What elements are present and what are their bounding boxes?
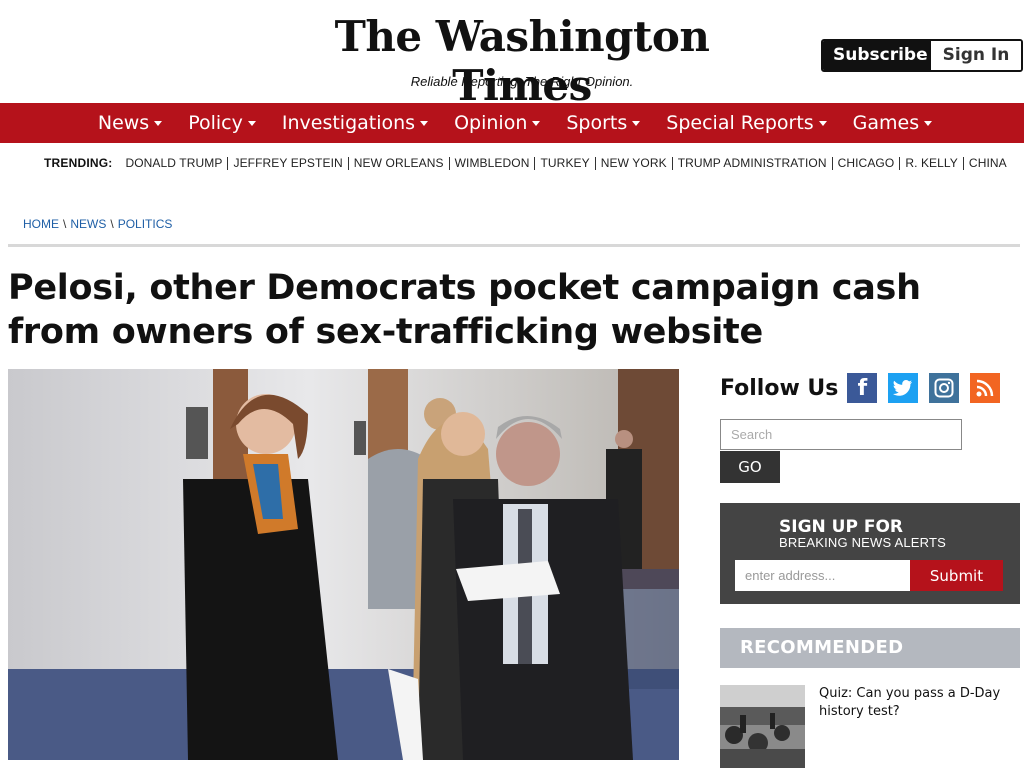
breadcrumb-separator: \ [110,217,114,231]
newsletter-signup: SIGN UP FOR BREAKING NEWS ALERTS Submit [720,503,1020,604]
caret-down-icon [532,121,541,126]
nav-item-opinion[interactable]: Opinion [441,112,553,134]
rss-icon[interactable] [970,373,1001,403]
site-tagline: Reliable Reporting. The Right Opinion. [410,74,634,89]
signup-submit-button[interactable]: Submit [910,560,1003,591]
auth-buttons: Subscribe Sign In [821,39,1023,72]
trending-item[interactable]: NEW YORK [594,156,672,170]
breadcrumb-home-link[interactable]: HOME [23,217,59,231]
trending-item[interactable]: DONALD TRUMP [125,156,227,170]
nav-item-label: Sports [566,112,628,134]
twitter-bird-glyph [893,380,913,396]
signup-subtitle: BREAKING NEWS ALERTS [779,535,947,550]
breadcrumb: HOME \ NEWS \ POLITICS [23,217,172,231]
recommended-title: Quiz: Can you pass a D-Day history test? [819,686,1001,719]
search-go-button[interactable]: GO [720,451,780,483]
sign-in-button[interactable]: Sign In [931,41,1021,70]
site-logo[interactable]: The Washington Times [280,12,764,110]
breadcrumb-news-link[interactable]: NEWS [70,217,106,231]
recommended-thumbnail-image [720,685,805,768]
facebook-icon[interactable]: f [847,373,878,403]
trending-item[interactable]: WIMBLEDON [448,156,535,170]
signup-title: SIGN UP FOR [779,517,904,537]
subscribe-button[interactable]: Subscribe [823,41,931,70]
trending-item[interactable]: TURKEY [534,156,594,170]
trending-item[interactable]: JEFFREY EPSTEIN [227,156,347,170]
rss-glyph [976,379,994,397]
trending-item[interactable]: CHICAGO [831,156,900,170]
article-photo-image [8,369,679,760]
main-nav: News Policy Investigations Opinion Sport… [0,103,1024,143]
breadcrumb-politics-link[interactable]: POLITICS [118,217,173,231]
masthead: The Washington Times Reliable Reporting.… [0,0,1024,110]
instagram-glyph [934,378,954,398]
trending-bar: TRENDING: DONALD TRUMP JEFFREY EPSTEIN N… [44,155,1012,171]
nav-item-label: Special Reports [666,112,814,134]
nav-item-label: News [97,112,150,134]
divider [8,244,1020,247]
follow-us: Follow Us f [720,373,1011,403]
trending-item[interactable]: CHINA [962,156,1012,170]
caret-down-icon [154,121,163,126]
caret-down-icon [924,121,933,126]
nav-item-sports[interactable]: Sports [553,112,653,134]
nav-item-special-reports[interactable]: Special Reports [653,112,839,134]
nav-item-label: Games [852,112,920,134]
recommended-thumbnail [720,685,805,768]
search-input[interactable] [720,419,962,450]
breadcrumb-separator: \ [63,217,67,231]
trending-item[interactable]: NEW ORLEANS [347,156,449,170]
nav-item-policy[interactable]: Policy [175,112,269,134]
nav-item-label: Opinion [454,112,528,134]
caret-down-icon [632,121,641,126]
trending-item[interactable]: TRUMP ADMINISTRATION [671,156,832,170]
caret-down-icon [818,121,827,126]
recommended-item[interactable]: Quiz: Can you pass a D-Day history test? [720,685,1020,768]
instagram-icon[interactable] [929,373,960,403]
trending-item[interactable]: R. KELLY [899,156,963,170]
article-headline: Pelosi, other Democrats pocket campaign … [8,268,921,352]
twitter-icon[interactable] [888,373,919,403]
caret-down-icon [247,121,256,126]
nav-item-label: Policy [188,112,243,134]
nav-item-games[interactable]: Games [840,112,945,134]
nav-item-news[interactable]: News [85,112,175,134]
nav-item-investigations[interactable]: Investigations [269,112,441,134]
recommended-header: RECOMMENDED [720,628,1020,668]
follow-us-title: Follow Us [720,375,839,401]
trending-label: TRENDING: [44,156,113,170]
caret-down-icon [420,121,429,126]
nav-item-label: Investigations [281,112,416,134]
article-photo[interactable] [8,369,679,760]
email-field[interactable] [735,560,911,591]
